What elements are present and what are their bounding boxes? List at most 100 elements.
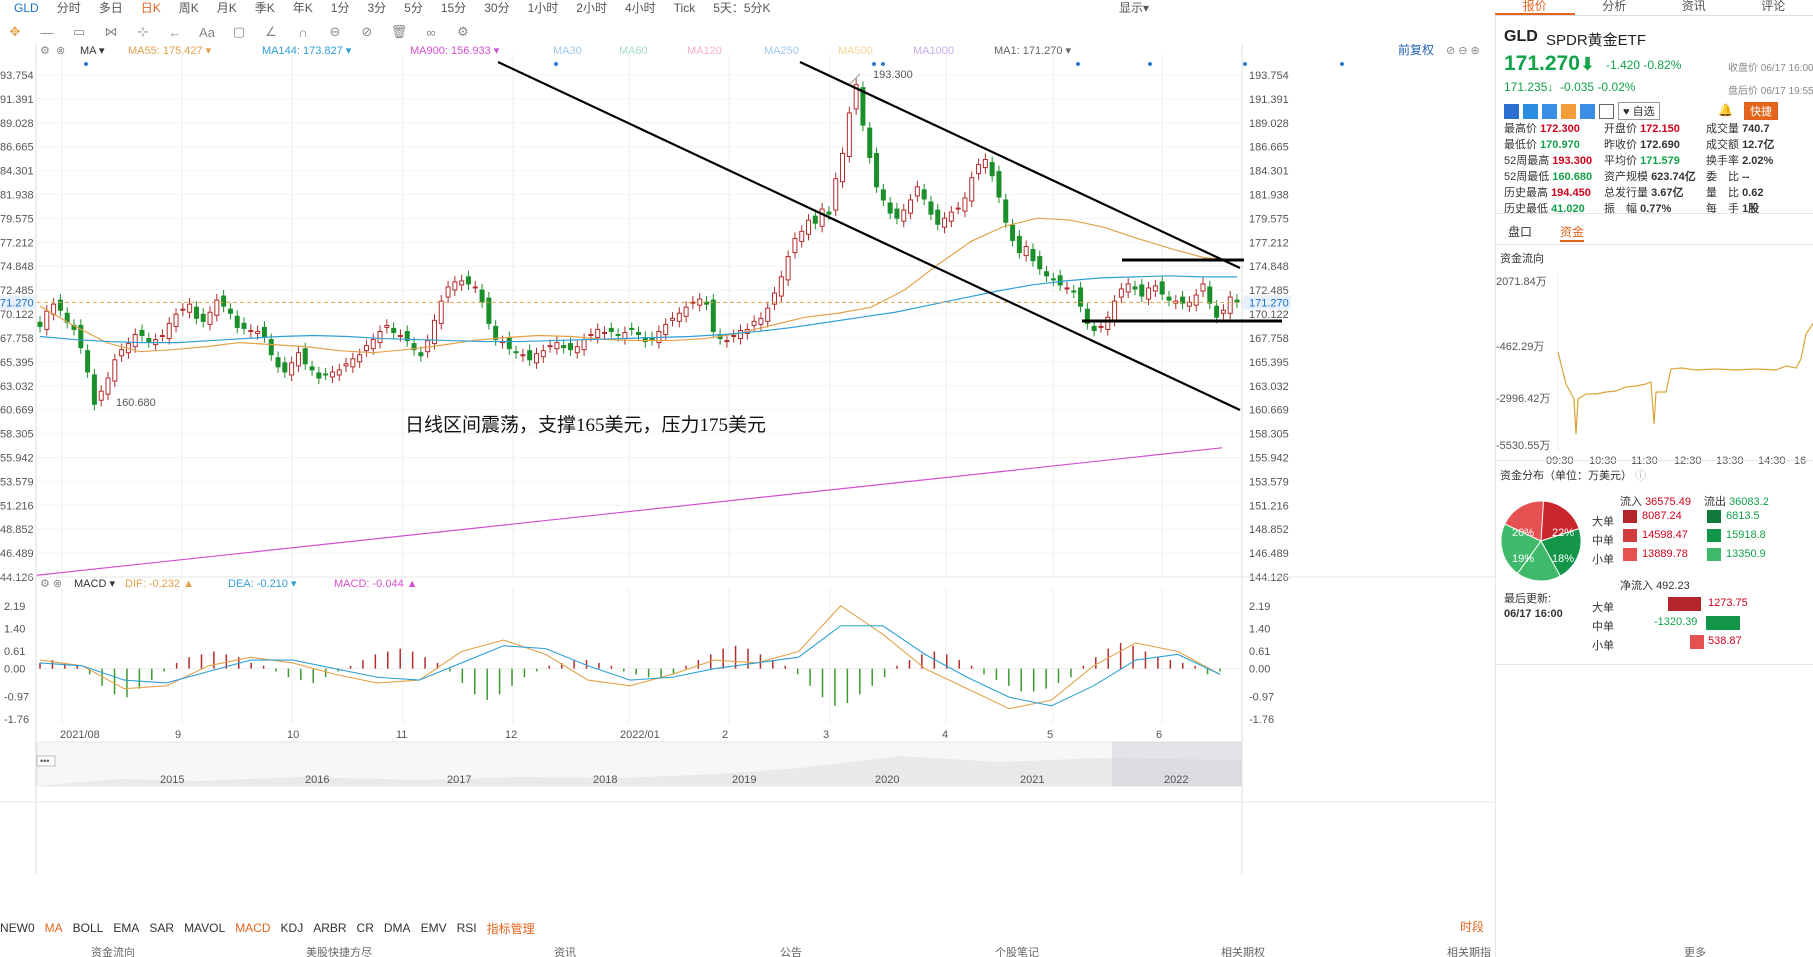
display-menu[interactable]: 显示▾ <box>1110 1 1158 15</box>
shape-tool-icon[interactable]: ▭ <box>68 24 90 40</box>
period-16[interactable]: 5天：5分K <box>704 1 779 15</box>
indicator-EMV[interactable]: EMV <box>421 921 457 935</box>
help-icon[interactable]: ⓘ <box>1635 470 1646 482</box>
candle-body <box>608 327 614 332</box>
indicator-NEW0[interactable]: NEW0 <box>0 921 45 935</box>
bottom-nav-2[interactable]: 资讯 <box>452 944 678 957</box>
period-4[interactable]: 月K <box>208 1 246 15</box>
right-tab-1[interactable]: 分析 <box>1575 0 1655 15</box>
bottom-nav-4[interactable]: 个股笔记 <box>904 944 1130 957</box>
candle-body <box>1098 325 1104 328</box>
candle-body <box>921 189 927 200</box>
time-tick: 3 <box>823 729 829 741</box>
channel-tool-icon[interactable]: ⊹ <box>132 24 154 40</box>
indicator-KDJ[interactable]: KDJ <box>281 921 314 935</box>
trash-icon[interactable]: 🗑 <box>388 24 410 40</box>
period-7[interactable]: 1分 <box>322 1 359 15</box>
period-12[interactable]: 1小时 <box>519 1 568 15</box>
line-tool-icon[interactable]: — <box>36 25 58 40</box>
collapse-icon[interactable]: ︿ <box>1646 202 1656 217</box>
fib-tool-icon[interactable]: ⋈ <box>100 24 122 40</box>
candle-body <box>1010 224 1016 241</box>
candle-body <box>1166 296 1172 301</box>
indicator-MACD[interactable]: MACD <box>235 921 280 935</box>
link-icon[interactable]: ∞ <box>420 25 442 40</box>
left-price-tick: 70.122 <box>0 309 34 321</box>
eye-icon[interactable]: ⊘ <box>356 24 378 40</box>
period-13[interactable]: 2小时 <box>567 1 616 15</box>
dist-in-1: 14598.47 <box>1642 529 1688 541</box>
candle-body <box>615 333 621 337</box>
period-3[interactable]: 周K <box>170 1 208 15</box>
indicator-SAR[interactable]: SAR <box>149 921 184 935</box>
indicator-DMA[interactable]: DMA <box>384 921 421 935</box>
time-tick: 2022/01 <box>620 729 660 741</box>
candle-body <box>901 209 907 222</box>
crosshair-icon[interactable]: ✥ <box>4 24 26 40</box>
period-1[interactable]: 多日 <box>90 1 132 15</box>
period-9[interactable]: 5分 <box>395 1 432 15</box>
period-bar: GLD 分时 多日 日K 周K 月K 季K 年K 1分 3分 5分 15分 30分 1小时 2小时 4小时 Ti… <box>0 0 1495 16</box>
period-6[interactable]: 年K <box>284 1 322 15</box>
text-tool-icon[interactable]: Aa <box>196 25 218 40</box>
chart-icon[interactable] <box>1504 103 1519 119</box>
period-0[interactable]: 分时 <box>48 1 90 15</box>
ruler-icon[interactable]: ∠ <box>260 24 282 40</box>
macd-name: MACD ▾ <box>74 578 115 590</box>
tag-icon[interactable] <box>1580 103 1595 119</box>
candle-body <box>465 276 471 285</box>
bottom-nav-0[interactable]: 资金流向 <box>0 944 226 957</box>
macd-tick-left: 0.00 <box>4 664 25 676</box>
arrow-tool-icon[interactable]: ← <box>164 25 186 40</box>
indicator-MA[interactable]: MA <box>45 921 73 935</box>
tab-pankou[interactable]: 盘口 <box>1508 223 1532 240</box>
candle-body <box>112 359 118 382</box>
close-time: 收盘价 06/17 16:00 <box>1728 63 1813 74</box>
indicator-ARBR[interactable]: ARBR <box>313 921 356 935</box>
bottom-nav-5[interactable]: 相关期权 <box>1130 944 1356 957</box>
indicator-EMA[interactable]: EMA <box>113 921 149 935</box>
bottom-nav-3[interactable]: 公告 <box>678 944 904 957</box>
lock-icon[interactable]: ⊖ <box>324 24 346 40</box>
indicator-BOLL[interactable]: BOLL <box>73 921 114 935</box>
quick-button[interactable]: 快捷 <box>1744 102 1778 120</box>
period-11[interactable]: 30分 <box>475 1 518 15</box>
comment-tool-icon[interactable]: ▢ <box>228 24 250 40</box>
candle-body <box>241 322 247 329</box>
period-14[interactable]: 4小时 <box>616 1 665 15</box>
legend-item-2: MA900: 156.933 ▾ <box>410 45 500 57</box>
macd-legend: ⚙ ⊗ MACD ▾ DIF: -0.232 ▲ DEA: -0.210 ▾ MACD:… <box>40 578 418 590</box>
price-tick: 160.669 <box>1249 405 1289 417</box>
indicator-MAVOL[interactable]: MAVOL <box>184 921 235 935</box>
bottom-nav-1[interactable]: 美股快捷方尽 <box>226 944 452 957</box>
period-8[interactable]: 3分 <box>358 1 395 15</box>
dist-name-2: 小单 <box>1592 554 1614 566</box>
period-15[interactable]: Tick <box>665 1 705 15</box>
time-segment-link[interactable]: 时段 <box>1460 918 1484 935</box>
stat-label: 最低价 <box>1504 139 1541 151</box>
flash-icon[interactable] <box>1523 103 1538 119</box>
magnet-icon[interactable]: ∩ <box>292 25 314 40</box>
period-5[interactable]: 季K <box>246 1 284 15</box>
macd-tick: -0.97 <box>1249 691 1274 703</box>
share-icon[interactable] <box>1561 103 1576 119</box>
overview-menu-icon: ••• <box>40 756 49 766</box>
candle-body <box>268 339 274 356</box>
kline-chart[interactable]: 193.754 93.754 191.391 91.391 189.028 89.028 1… <box>0 44 1495 916</box>
s-icon[interactable] <box>1542 103 1557 119</box>
indicator-指标管理[interactable]: 指标管理 <box>487 920 545 937</box>
bell-icon[interactable]: 🔔 <box>1718 103 1733 117</box>
right-tab-3[interactable]: 评论 <box>1734 0 1813 15</box>
add-watch-button[interactable]: ♥ 自选 <box>1618 102 1660 120</box>
indicator-CR[interactable]: CR <box>357 921 384 935</box>
stat-value: 160.680 <box>1552 171 1593 183</box>
indicator-RSI[interactable]: RSI <box>457 921 487 935</box>
right-tab-0[interactable]: 报价 <box>1495 0 1575 15</box>
period-2[interactable]: 日K <box>132 1 170 15</box>
period-10[interactable]: 15分 <box>432 1 475 15</box>
right-tab-2[interactable]: 资讯 <box>1654 0 1734 15</box>
doc-icon[interactable] <box>1599 103 1614 119</box>
settings-icon[interactable]: ⚙ <box>452 24 474 40</box>
dist-in-swatch-2 <box>1623 548 1637 561</box>
tab-zijin[interactable]: 资金 <box>1560 223 1585 242</box>
